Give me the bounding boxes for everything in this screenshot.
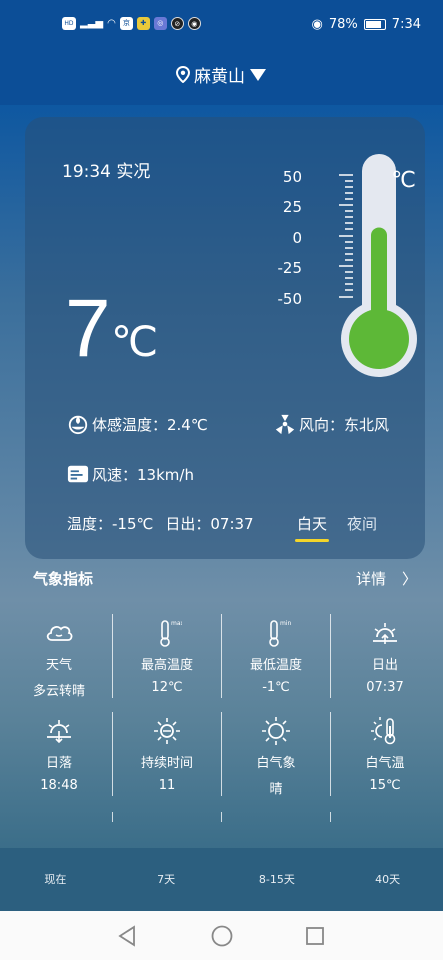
tab-night[interactable]: 夜间: [347, 513, 377, 534]
section-title: 气象指标: [33, 570, 94, 588]
thermometer-graphic: 50 25 0 -25 -50 ℃: [278, 154, 417, 377]
sunrise-icon: [330, 618, 440, 648]
app-icon-2: ✚: [136, 17, 150, 30]
indicator-label: 天气: [45, 658, 72, 673]
indicator-value: 11: [158, 778, 176, 793]
app-icon-5: ◉: [187, 17, 201, 30]
app-icon-3: ◎: [153, 17, 167, 30]
sun-duration-icon: [112, 716, 222, 746]
indicator-duration[interactable]: 持续时间 11: [112, 716, 222, 793]
scale-label: -25: [278, 259, 303, 277]
status-right: ◉ 78% 7:34: [312, 17, 421, 32]
indicator-value: -1℃: [262, 680, 290, 695]
scale-ticks: [339, 174, 353, 298]
chevron-right-icon: 〉: [402, 570, 418, 588]
sunrise-text: 日出：07:37: [165, 515, 254, 533]
indicator-value: 07:37: [366, 680, 404, 695]
details-label: 详情: [356, 570, 387, 588]
recent-apps-icon[interactable]: [305, 926, 325, 946]
divider: [330, 812, 331, 822]
indicator-day-temp[interactable]: 白气温 15℃: [330, 716, 440, 793]
thermometer-bulb: [349, 309, 409, 369]
wifi-icon: ◠: [107, 18, 116, 29]
divider: [221, 812, 222, 822]
thermometer-max-icon: max: [112, 618, 222, 648]
feels-like-row: 体感温度：2.4℃: [67, 413, 208, 435]
thermometer-unit: ℃: [391, 168, 416, 193]
hd-icon: HD: [62, 17, 76, 30]
eye-icon: ◉: [311, 17, 323, 32]
temperature-unit: ℃: [111, 318, 159, 365]
scale-label: -50: [278, 290, 303, 308]
wind-speed-text: 风速：13km/h: [92, 465, 194, 484]
location-selector[interactable]: 麻黄山: [0, 62, 443, 87]
cloud-icon: [4, 618, 114, 648]
indicator-value: 多云转晴: [32, 684, 85, 699]
low-temperature-text: 温度：-15℃: [67, 515, 154, 533]
battery-icon: [363, 19, 386, 30]
indicator-value: 12℃: [151, 680, 183, 695]
indicator-sunrise[interactable]: 日出 07:37: [330, 618, 440, 695]
location-pin-icon: [176, 66, 190, 83]
back-icon[interactable]: [117, 925, 137, 947]
fan-icon: [275, 414, 295, 435]
indicator-min-temp[interactable]: min 最低温度 -1℃: [221, 618, 331, 695]
indicator-label: 白气温: [365, 756, 405, 771]
svg-text:min: min: [280, 620, 291, 627]
nav-8-15-days[interactable]: 8-15天: [222, 848, 333, 911]
divider: [112, 812, 113, 822]
day-night-toggle: 白天 夜间: [294, 513, 377, 542]
indicator-label: 最高温度: [140, 658, 193, 673]
indicator-label: 日落: [45, 756, 72, 771]
scale-label: 25: [283, 198, 302, 216]
details-link[interactable]: 详情 〉: [356, 568, 417, 589]
indicator-value: 晴: [269, 782, 283, 797]
summary-row: 温度：-15℃ 日出：07:37: [67, 513, 254, 534]
signal-icon: ▂▃▅: [80, 18, 104, 29]
battery-percent: 78%: [328, 17, 358, 32]
indicator-value: 15℃: [369, 778, 401, 793]
sunset-icon: [4, 716, 114, 746]
system-nav-bar: [0, 911, 443, 960]
indicator-label: 日出: [371, 658, 398, 673]
nav-now[interactable]: 现在: [0, 848, 111, 911]
nav-7-days[interactable]: 7天: [111, 848, 222, 911]
app-icon-1: 京: [119, 17, 133, 30]
header: 麻黄山: [0, 50, 443, 105]
indicator-weather[interactable]: 天气 多云转晴: [4, 618, 114, 699]
indicator-value: 18:48: [40, 778, 78, 793]
nav-40-days[interactable]: 40天: [332, 848, 443, 911]
wind-direction-row: 风向：东北风: [274, 413, 389, 435]
current-weather-card: 19:34 实况 7 ℃ 50 25 0 -25 -50 ℃ 体感温度：2.4℃: [25, 117, 425, 559]
sun-thermometer-icon: [330, 716, 440, 746]
tab-day[interactable]: 白天: [294, 513, 330, 542]
svg-text:max: max: [171, 620, 182, 627]
app-icon-4: ⊘: [170, 17, 184, 30]
bottom-nav: 现在 7天 8-15天 40天: [0, 848, 443, 911]
indicator-sunset[interactable]: 日落 18:48: [4, 716, 114, 793]
feels-like-icon: [68, 415, 88, 435]
chevron-down-icon: [250, 68, 266, 81]
location-name: 麻黄山: [194, 67, 245, 87]
wind-speed-icon: [67, 465, 89, 483]
home-icon[interactable]: [210, 924, 234, 948]
status-bar: HD ▂▃▅ ◠ 京 ✚ ◎ ⊘ ◉ ◉ 78% 7:34: [0, 0, 443, 50]
status-icons: HD ▂▃▅ ◠ 京 ✚ ◎ ⊘ ◉: [62, 17, 201, 30]
scale-label: 50: [283, 168, 302, 186]
current-temperature: 7: [65, 283, 111, 374]
thermometer-min-icon: min: [221, 618, 331, 648]
wind-speed-row: 风速：13km/h: [67, 463, 194, 485]
observation-time: 19:34 实况: [62, 162, 151, 182]
indicator-max-temp[interactable]: max 最高温度 12℃: [112, 618, 222, 695]
wind-direction-text: 风向：东北风: [299, 415, 390, 434]
indicator-label: 最低温度: [249, 658, 302, 673]
indicator-day-weather[interactable]: 白气象 晴: [221, 716, 331, 797]
clock: 7:34: [391, 17, 421, 32]
scale-label: 0: [292, 229, 302, 247]
indicator-label: 白气象: [256, 756, 296, 771]
sun-icon: [221, 716, 331, 746]
indicator-label: 持续时间: [140, 756, 193, 771]
feels-like-text: 体感温度：2.4℃: [92, 415, 208, 434]
